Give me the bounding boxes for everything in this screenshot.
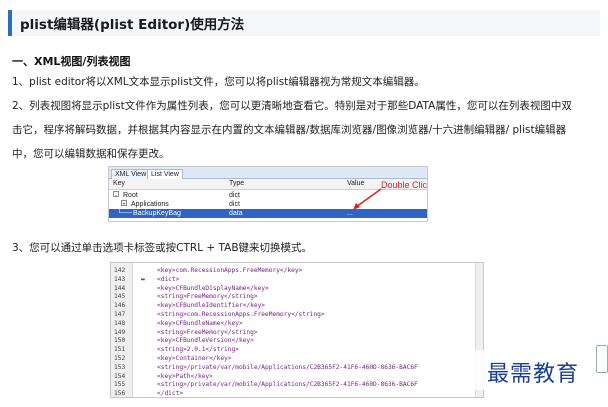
- code-line[interactable]: 152 <key>Container</key>: [111, 354, 483, 363]
- code-line[interactable]: 147 <string>com.RecessionApps.FreeMemory…: [111, 310, 483, 319]
- article-title-bar: plist编辑器(plist Editor)使用方法: [8, 10, 600, 36]
- line-number: 151: [114, 346, 126, 354]
- table-row-selected[interactable]: └── BackupKeyBag data ...: [109, 209, 427, 218]
- view-tabs: XML View List View: [109, 167, 427, 179]
- tree-line-icon: └──: [117, 210, 132, 217]
- column-header: Key Type Value: [109, 179, 427, 190]
- side-panel-toggle[interactable]: [596, 345, 608, 373]
- column-value: Value: [347, 180, 365, 187]
- row-type: dict: [229, 201, 240, 208]
- double-click-annotation: Double Click Here: [381, 180, 428, 190]
- row-key: Applications: [131, 201, 169, 208]
- code-line[interactable]: 148 <key>CFBundleName</key>: [111, 319, 483, 328]
- tab-xml-view[interactable]: XML View: [111, 169, 151, 179]
- code-line[interactable]: 142 <key>com.RecessionApps.FreeMemory</ke…: [111, 266, 483, 275]
- table-row[interactable]: - Root dict: [109, 191, 427, 200]
- row-value: ...: [347, 210, 353, 217]
- expand-icon[interactable]: +: [121, 200, 127, 208]
- line-number: 146: [114, 302, 126, 310]
- row-type: dict: [229, 192, 240, 199]
- row-type: data: [229, 210, 243, 217]
- tab-list-view[interactable]: List View: [147, 169, 183, 179]
- code-line[interactable]: 155 <string>/private/var/mobile/Applicat…: [111, 380, 483, 389]
- paragraph-3: 3、您可以通过单击选项卡标签或按CTRL + TAB键来切换模式。: [12, 242, 313, 254]
- code-line[interactable]: 146 <key>CFBundleIdentifier</key>: [111, 301, 483, 310]
- row-key: Root: [123, 192, 138, 199]
- paragraph-1: 1、plist editor将以XML文本显示plist文件，您可以将plist…: [12, 76, 425, 88]
- code-line[interactable]: 150 <key>CFBundleVersion</key>: [111, 336, 483, 345]
- code-line[interactable]: 144 <key>CFBundleDisplayName</key>: [111, 284, 483, 293]
- paragraph-2-line-2: 击它，程序将解码数据，并根据其内容显示在内置的文本编辑器/数据库浏览器/图像浏览…: [12, 124, 567, 136]
- line-number: 156: [114, 390, 126, 398]
- code-text: </dict>: [157, 390, 184, 398]
- xml-view-screenshot: 142 <key>com.RecessionApps.FreeMemory</ke…: [110, 262, 484, 398]
- code-line[interactable]: 143 ▬ <dict>: [111, 275, 483, 284]
- code-text: <key>CFBundleIdentifier</key>: [157, 302, 266, 310]
- code-line[interactable]: 153 <string>/private/var/mobile/Applicat…: [111, 363, 483, 372]
- column-key: Key: [113, 180, 126, 187]
- collapse-icon[interactable]: -: [113, 191, 119, 199]
- code-text: <string>2.0.1</string>: [157, 346, 239, 354]
- code-line[interactable]: 151 <string>2.0.1</string>: [111, 345, 483, 354]
- paragraph-2-line-1: 2、列表视图将显示plist文件作为属性列表，您可以更清晰地查看它。特别是对于那…: [12, 100, 572, 112]
- list-view-screenshot: XML View List View Key Type Value - Root…: [108, 166, 428, 222]
- code-line[interactable]: 149 <string>FreeMemory</string>: [111, 328, 483, 337]
- column-type: Type: [229, 180, 245, 187]
- code-line[interactable]: 156 </dict>: [111, 389, 483, 398]
- table-row[interactable]: + Applications dict: [109, 200, 427, 209]
- watermark-text: 最需教育: [487, 362, 580, 387]
- row-key: BackupKeyBag: [133, 210, 181, 217]
- section-heading: 一、XML视图/列表视图: [12, 55, 131, 68]
- code-line[interactable]: 145 <string>FreeMemory</string>: [111, 292, 483, 301]
- page-title: plist编辑器(plist Editor)使用方法: [20, 17, 245, 33]
- paragraph-2-line-3: 中，您可以编辑数据和保存更改。: [12, 148, 170, 160]
- code-line[interactable]: 154 <key>Path</key>: [111, 372, 483, 381]
